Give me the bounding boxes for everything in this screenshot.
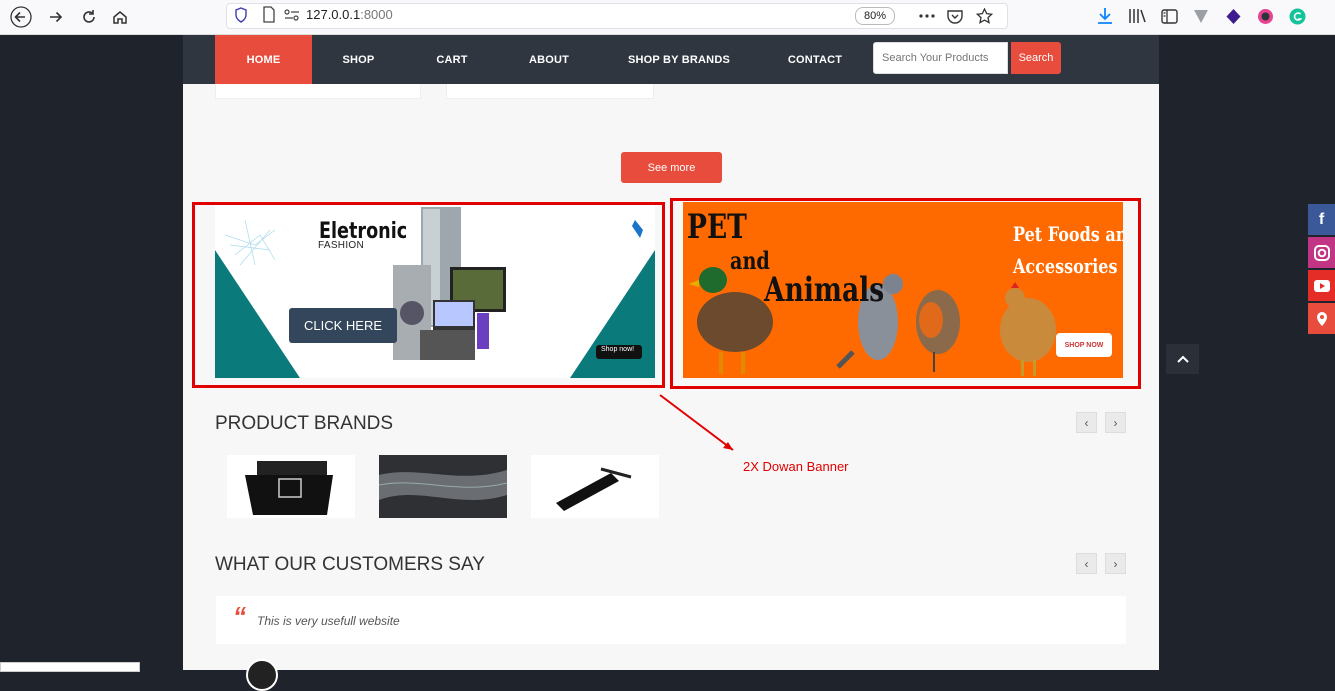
product-card-stub — [446, 84, 654, 99]
status-bar-tooltip — [0, 662, 140, 672]
pet-banner[interactable]: PET and Animals Pet Foods and Accessorie… — [683, 202, 1123, 378]
testimonials-heading: WHAT OUR CUSTOMERS SAY — [215, 554, 485, 575]
brand-logo-bag — [245, 461, 333, 515]
brand-logo-tool — [556, 467, 632, 511]
brand-card[interactable] — [227, 455, 355, 518]
home-icon[interactable] — [108, 5, 132, 29]
extension-color-icon[interactable] — [1256, 7, 1274, 25]
brand-card[interactable] — [531, 455, 659, 518]
search-button[interactable]: Search — [1011, 42, 1061, 74]
product-brands-heading: PRODUCT BRANDS — [215, 413, 394, 434]
grammarly-icon[interactable] — [1288, 7, 1306, 25]
permissions-icon[interactable] — [284, 8, 300, 27]
annotation-arrow — [659, 394, 734, 451]
forward-icon[interactable] — [44, 5, 68, 29]
search-input[interactable] — [873, 42, 1008, 74]
pocket-icon[interactable] — [946, 7, 964, 25]
instagram-icon[interactable] — [1308, 237, 1335, 268]
brands-next-button[interactable]: › — [1105, 412, 1126, 433]
back-to-top-button[interactable] — [1166, 344, 1199, 374]
pet-banner-tagline-2: Accessories — [1013, 254, 1118, 278]
nav-contact[interactable]: CONTACT — [779, 35, 851, 84]
pet-shop-now-button[interactable]: SHOP NOW — [1056, 333, 1112, 357]
chevron-up-icon — [1176, 355, 1189, 363]
sidebar-icon[interactable] — [1160, 7, 1178, 25]
url-port: :8000 — [360, 7, 393, 22]
annotation-label: 2X Dowan Banner — [743, 459, 849, 474]
url-text[interactable]: 127.0.0.1:8000 — [306, 7, 393, 22]
reload-icon[interactable] — [77, 5, 101, 29]
page-icon — [262, 6, 276, 28]
testimonial-text: This is very usefull website — [257, 614, 400, 628]
electronic-banner[interactable]: Eletronic FASHION CLICK HERE Shop now! — [215, 205, 655, 378]
electronic-banner-art — [215, 207, 655, 378]
more-actions-icon[interactable] — [918, 7, 936, 25]
social-sidebar: f — [1308, 204, 1335, 336]
location-icon[interactable] — [1308, 303, 1335, 334]
shield-icon[interactable] — [234, 7, 248, 28]
see-more-button[interactable]: See more — [621, 152, 722, 183]
facebook-icon[interactable]: f — [1308, 204, 1335, 235]
nav-home[interactable]: HOME — [215, 35, 312, 84]
brands-prev-button[interactable]: ‹ — [1076, 412, 1097, 433]
testimonials-prev-button[interactable]: ‹ — [1076, 553, 1097, 574]
testimonials-next-button[interactable]: › — [1105, 553, 1126, 574]
nav-shop-by-brands[interactable]: SHOP BY BRANDS — [622, 35, 736, 84]
shop-now-label[interactable]: Shop now! — [601, 346, 634, 353]
library-icon[interactable] — [1128, 7, 1146, 25]
electronic-banner-subtitle: FASHION — [318, 240, 364, 251]
nav-cart[interactable]: CART — [426, 35, 478, 84]
brand-card[interactable] — [379, 455, 507, 518]
quote-icon: “ — [233, 601, 246, 631]
extension-v-icon[interactable] — [1192, 7, 1210, 25]
pet-banner-title-animals: Animals — [764, 270, 885, 310]
avatar — [246, 659, 278, 691]
bookmark-star-icon[interactable] — [975, 7, 993, 25]
url-host: 127.0.0.1 — [306, 7, 361, 22]
product-card-stub — [215, 84, 421, 99]
click-here-button[interactable]: CLICK HERE — [289, 308, 397, 343]
extension-diamond-icon[interactable] — [1224, 7, 1242, 25]
zoom-level-badge[interactable]: 80% — [855, 7, 895, 25]
nav-about[interactable]: ABOUT — [518, 35, 580, 84]
youtube-icon[interactable] — [1308, 270, 1335, 301]
brand-logo-leather — [379, 455, 507, 518]
pet-banner-tagline-1: Pet Foods and — [1013, 222, 1123, 246]
download-icon[interactable] — [1096, 7, 1114, 25]
nav-shop[interactable]: SHOP — [327, 35, 390, 84]
back-icon[interactable] — [9, 5, 33, 29]
pet-banner-title-pet: PET — [687, 207, 747, 247]
